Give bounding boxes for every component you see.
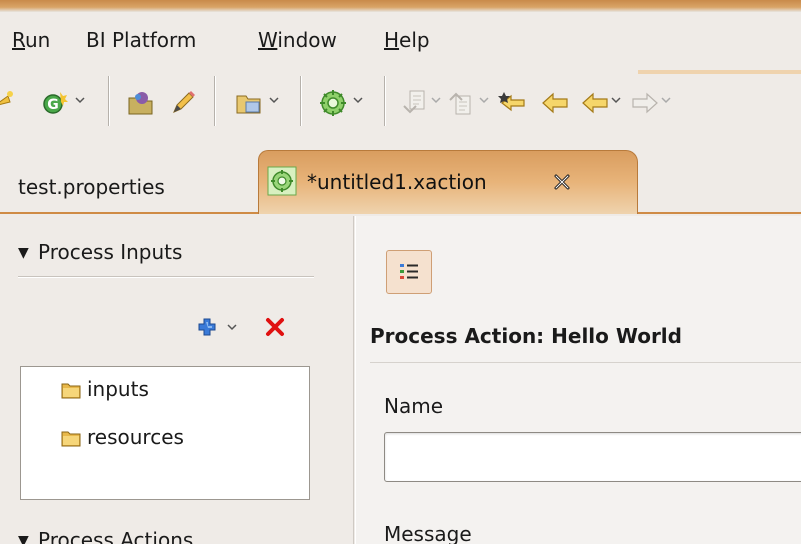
menu-help[interactable]: Help bbox=[384, 28, 430, 52]
name-input[interactable] bbox=[384, 432, 801, 482]
back-dropdown-chevron-icon[interactable] bbox=[610, 95, 622, 105]
toolbar-separator bbox=[300, 76, 302, 126]
xaction-file-icon bbox=[267, 166, 297, 196]
run-dropdown-chevron-icon[interactable] bbox=[74, 95, 86, 105]
project-dropdown-chevron-icon[interactable] bbox=[268, 95, 280, 105]
tree-item-resources[interactable]: resources bbox=[61, 425, 184, 449]
forward-dropdown-chevron-icon bbox=[661, 97, 671, 104]
left-panel: ▼ Process Inputs inputs resources ▼ Proces… bbox=[0, 216, 354, 544]
open-folder-icon[interactable] bbox=[126, 88, 156, 118]
xaction-gear-icon[interactable] bbox=[318, 88, 348, 118]
folder-icon bbox=[61, 383, 81, 399]
numbered-list-icon bbox=[400, 264, 418, 279]
back-history-icon[interactable] bbox=[580, 88, 610, 118]
close-tab-icon[interactable] bbox=[553, 173, 571, 191]
new-wizard-icon[interactable] bbox=[0, 88, 16, 118]
menu-window[interactable]: Window bbox=[258, 28, 337, 52]
menu-bar: Run BI Platform Window Help bbox=[0, 12, 801, 64]
toolbar-separator bbox=[384, 76, 386, 126]
next-annotation-icon bbox=[400, 88, 430, 118]
title-divider bbox=[370, 362, 801, 363]
menu-run[interactable]: Run bbox=[12, 28, 50, 52]
window-title-strip bbox=[0, 0, 801, 12]
editor-tab-strip: test.properties *untitled1.xaction bbox=[0, 142, 801, 214]
menu-bi-platform[interactable]: BI Platform bbox=[86, 28, 196, 52]
process-inputs-tree[interactable]: inputs resources bbox=[20, 366, 310, 500]
expand-triangle-icon: ▼ bbox=[18, 533, 29, 544]
name-label: Name bbox=[384, 394, 444, 418]
expand-triangle-icon: ▼ bbox=[18, 245, 29, 261]
process-action-title: Process Action: Hello World bbox=[370, 324, 682, 348]
tree-item-inputs[interactable]: inputs bbox=[61, 377, 149, 401]
back-arrow-icon[interactable] bbox=[540, 88, 570, 118]
xaction-dropdown-chevron-icon[interactable] bbox=[352, 95, 364, 105]
svg-text:G: G bbox=[47, 97, 59, 113]
folder-icon bbox=[61, 431, 81, 447]
run-icon[interactable]: G bbox=[40, 88, 70, 118]
sort-list-button[interactable] bbox=[386, 250, 432, 294]
add-input-chevron-icon[interactable] bbox=[226, 322, 238, 332]
right-panel: Process Action: Hello World Name Message bbox=[355, 216, 801, 544]
tab-label: *untitled1.xaction bbox=[307, 170, 487, 194]
edit-pencil-icon[interactable] bbox=[168, 88, 198, 118]
toolbar-separator bbox=[214, 76, 216, 126]
toolbar-separator bbox=[108, 76, 110, 126]
tab-underline bbox=[638, 70, 801, 74]
last-edit-location-icon[interactable] bbox=[498, 88, 528, 118]
previous-annotation-chevron-icon bbox=[479, 97, 489, 104]
main-toolbar: G bbox=[0, 64, 801, 142]
process-inputs-header[interactable]: ▼ Process Inputs bbox=[18, 240, 182, 264]
process-actions-header[interactable]: ▼ Process Actions bbox=[18, 528, 193, 544]
tab-untitled1-xaction[interactable]: *untitled1.xaction bbox=[258, 150, 638, 214]
previous-annotation-icon bbox=[446, 88, 476, 118]
project-folder-icon[interactable] bbox=[234, 88, 264, 118]
forward-arrow-icon bbox=[630, 88, 660, 118]
delete-x-icon[interactable] bbox=[264, 316, 286, 338]
add-input-plus-icon[interactable] bbox=[196, 316, 218, 338]
message-label: Message bbox=[384, 522, 472, 544]
next-annotation-chevron-icon bbox=[431, 97, 441, 104]
tab-test-properties[interactable]: test.properties bbox=[0, 162, 262, 212]
section-divider bbox=[18, 276, 314, 278]
